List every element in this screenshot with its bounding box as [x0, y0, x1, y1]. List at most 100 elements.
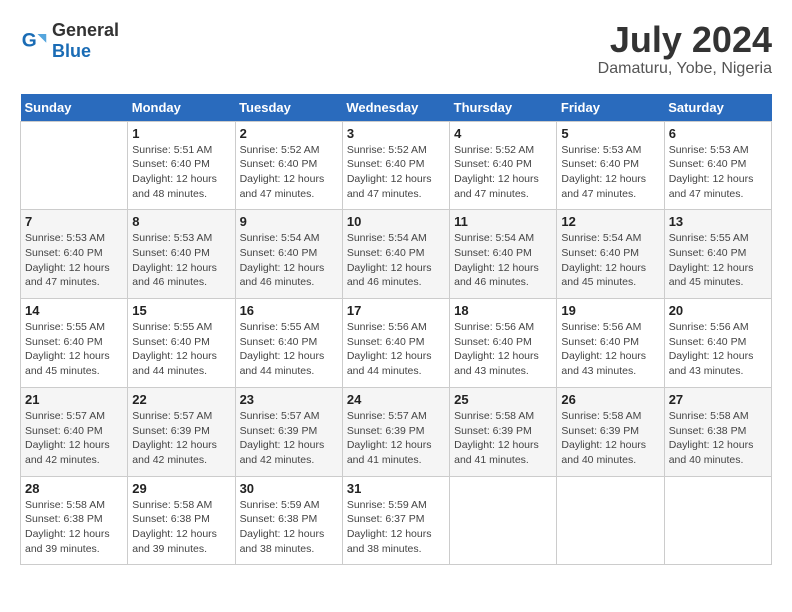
calendar-cell: 12 Sunrise: 5:54 AM Sunset: 6:40 PM Dayli… [557, 210, 664, 299]
calendar-cell: 25 Sunrise: 5:58 AM Sunset: 6:39 PM Dayli… [450, 387, 557, 476]
day-info: Sunrise: 5:53 AM Sunset: 6:40 PM Dayligh… [132, 231, 230, 290]
day-number: 12 [561, 214, 659, 229]
calendar-cell: 17 Sunrise: 5:56 AM Sunset: 6:40 PM Dayli… [342, 299, 449, 388]
day-number: 15 [132, 303, 230, 318]
weekday-header-wednesday: Wednesday [342, 94, 449, 122]
day-info: Sunrise: 5:57 AM Sunset: 6:39 PM Dayligh… [347, 409, 445, 468]
day-info: Sunrise: 5:59 AM Sunset: 6:37 PM Dayligh… [347, 498, 445, 557]
day-info: Sunrise: 5:58 AM Sunset: 6:38 PM Dayligh… [25, 498, 123, 557]
day-info: Sunrise: 5:57 AM Sunset: 6:40 PM Dayligh… [25, 409, 123, 468]
day-number: 19 [561, 303, 659, 318]
day-info: Sunrise: 5:54 AM Sunset: 6:40 PM Dayligh… [240, 231, 338, 290]
day-info: Sunrise: 5:52 AM Sunset: 6:40 PM Dayligh… [240, 143, 338, 202]
calendar-cell: 11 Sunrise: 5:54 AM Sunset: 6:40 PM Dayli… [450, 210, 557, 299]
day-info: Sunrise: 5:54 AM Sunset: 6:40 PM Dayligh… [347, 231, 445, 290]
calendar-cell: 24 Sunrise: 5:57 AM Sunset: 6:39 PM Dayli… [342, 387, 449, 476]
calendar-cell [21, 121, 128, 210]
calendar-cell: 23 Sunrise: 5:57 AM Sunset: 6:39 PM Dayli… [235, 387, 342, 476]
day-number: 13 [669, 214, 767, 229]
day-info: Sunrise: 5:59 AM Sunset: 6:38 PM Dayligh… [240, 498, 338, 557]
calendar-cell: 10Sunrise: 5:54 AM Sunset: 6:40 PM Dayli… [342, 210, 449, 299]
logo-text: General Blue [52, 20, 119, 62]
calendar-cell: 21 Sunrise: 5:57 AM Sunset: 6:40 PM Dayli… [21, 387, 128, 476]
calendar-cell: 4 Sunrise: 5:52 AM Sunset: 6:40 PM Daylig… [450, 121, 557, 210]
day-info: Sunrise: 5:57 AM Sunset: 6:39 PM Dayligh… [132, 409, 230, 468]
calendar-cell: 7 Sunrise: 5:53 AM Sunset: 6:40 PM Daylig… [21, 210, 128, 299]
day-number: 29 [132, 481, 230, 496]
day-info: Sunrise: 5:57 AM Sunset: 6:39 PM Dayligh… [240, 409, 338, 468]
calendar-cell [450, 476, 557, 565]
day-info: Sunrise: 5:56 AM Sunset: 6:40 PM Dayligh… [454, 320, 552, 379]
day-number: 23 [240, 392, 338, 407]
day-info: Sunrise: 5:56 AM Sunset: 6:40 PM Dayligh… [347, 320, 445, 379]
day-info: Sunrise: 5:55 AM Sunset: 6:40 PM Dayligh… [240, 320, 338, 379]
day-number: 2 [240, 126, 338, 141]
day-number: 26 [561, 392, 659, 407]
weekday-header-row: SundayMondayTuesdayWednesdayThursdayFrid… [21, 94, 772, 122]
day-number: 28 [25, 481, 123, 496]
day-info: Sunrise: 5:58 AM Sunset: 6:38 PM Dayligh… [132, 498, 230, 557]
calendar-cell: 8Sunrise: 5:53 AM Sunset: 6:40 PM Daylig… [128, 210, 235, 299]
day-info: Sunrise: 5:53 AM Sunset: 6:40 PM Dayligh… [25, 231, 123, 290]
calendar-cell: 1Sunrise: 5:51 AM Sunset: 6:40 PM Daylig… [128, 121, 235, 210]
day-number: 25 [454, 392, 552, 407]
calendar-cell: 9Sunrise: 5:54 AM Sunset: 6:40 PM Daylig… [235, 210, 342, 299]
month-year: July 2024 [598, 20, 772, 60]
day-number: 5 [561, 126, 659, 141]
day-number: 1 [132, 126, 230, 141]
weekday-header-thursday: Thursday [450, 94, 557, 122]
week-row-2: 7 Sunrise: 5:53 AM Sunset: 6:40 PM Daylig… [21, 210, 772, 299]
header: G General Blue July 2024 Damaturu, Yobe,… [20, 20, 772, 78]
day-info: Sunrise: 5:54 AM Sunset: 6:40 PM Dayligh… [454, 231, 552, 290]
calendar-cell: 26Sunrise: 5:58 AM Sunset: 6:39 PM Dayli… [557, 387, 664, 476]
day-number: 17 [347, 303, 445, 318]
calendar-cell: 3Sunrise: 5:52 AM Sunset: 6:40 PM Daylig… [342, 121, 449, 210]
day-number: 11 [454, 214, 552, 229]
day-number: 14 [25, 303, 123, 318]
week-row-5: 28 Sunrise: 5:58 AM Sunset: 6:38 PM Dayli… [21, 476, 772, 565]
weekday-header-tuesday: Tuesday [235, 94, 342, 122]
day-number: 22 [132, 392, 230, 407]
day-number: 4 [454, 126, 552, 141]
day-info: Sunrise: 5:56 AM Sunset: 6:40 PM Dayligh… [561, 320, 659, 379]
day-info: Sunrise: 5:58 AM Sunset: 6:39 PM Dayligh… [454, 409, 552, 468]
day-number: 24 [347, 392, 445, 407]
day-number: 7 [25, 214, 123, 229]
calendar-cell: 31Sunrise: 5:59 AM Sunset: 6:37 PM Dayli… [342, 476, 449, 565]
day-number: 16 [240, 303, 338, 318]
calendar-cell: 27Sunrise: 5:58 AM Sunset: 6:38 PM Dayli… [664, 387, 771, 476]
day-info: Sunrise: 5:54 AM Sunset: 6:40 PM Dayligh… [561, 231, 659, 290]
calendar-cell: 29 Sunrise: 5:58 AM Sunset: 6:38 PM Dayli… [128, 476, 235, 565]
calendar-cell: 15Sunrise: 5:55 AM Sunset: 6:40 PM Dayli… [128, 299, 235, 388]
title-area: July 2024 Damaturu, Yobe, Nigeria [598, 20, 772, 78]
day-info: Sunrise: 5:56 AM Sunset: 6:40 PM Dayligh… [669, 320, 767, 379]
calendar-cell: 22 Sunrise: 5:57 AM Sunset: 6:39 PM Dayli… [128, 387, 235, 476]
day-info: Sunrise: 5:53 AM Sunset: 6:40 PM Dayligh… [561, 143, 659, 202]
svg-text:G: G [22, 30, 37, 51]
day-number: 18 [454, 303, 552, 318]
calendar-table: SundayMondayTuesdayWednesdayThursdayFrid… [20, 94, 772, 566]
day-number: 3 [347, 126, 445, 141]
calendar-cell: 28 Sunrise: 5:58 AM Sunset: 6:38 PM Dayli… [21, 476, 128, 565]
logo-blue: Blue [52, 41, 91, 61]
day-info: Sunrise: 5:52 AM Sunset: 6:40 PM Dayligh… [454, 143, 552, 202]
day-number: 6 [669, 126, 767, 141]
weekday-header-monday: Monday [128, 94, 235, 122]
week-row-4: 21 Sunrise: 5:57 AM Sunset: 6:40 PM Dayli… [21, 387, 772, 476]
logo: G General Blue [20, 20, 119, 62]
day-number: 21 [25, 392, 123, 407]
calendar-cell: 2 Sunrise: 5:52 AM Sunset: 6:40 PM Daylig… [235, 121, 342, 210]
weekday-header-sunday: Sunday [21, 94, 128, 122]
logo-general: General [52, 20, 119, 40]
day-number: 27 [669, 392, 767, 407]
calendar-cell: 13Sunrise: 5:55 AM Sunset: 6:40 PM Dayli… [664, 210, 771, 299]
day-number: 30 [240, 481, 338, 496]
calendar-cell [664, 476, 771, 565]
calendar-cell: 30 Sunrise: 5:59 AM Sunset: 6:38 PM Dayli… [235, 476, 342, 565]
week-row-3: 14 Sunrise: 5:55 AM Sunset: 6:40 PM Dayli… [21, 299, 772, 388]
calendar-cell: 18 Sunrise: 5:56 AM Sunset: 6:40 PM Dayli… [450, 299, 557, 388]
calendar-cell: 20Sunrise: 5:56 AM Sunset: 6:40 PM Dayli… [664, 299, 771, 388]
calendar-cell [557, 476, 664, 565]
location: Damaturu, Yobe, Nigeria [598, 60, 772, 78]
weekday-header-friday: Friday [557, 94, 664, 122]
